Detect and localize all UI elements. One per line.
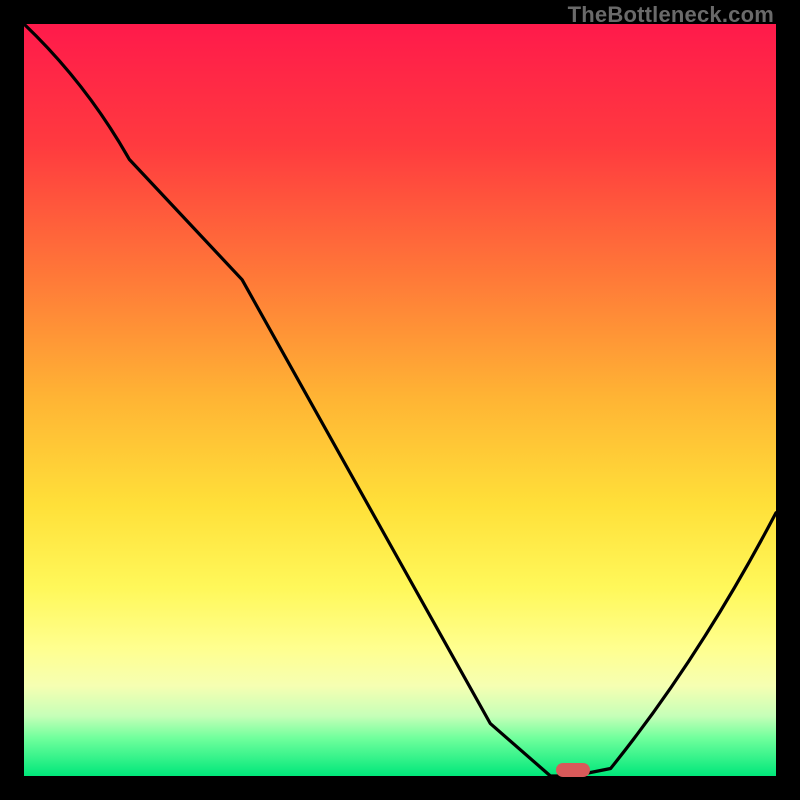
chart-frame: TheBottleneck.com [0, 0, 800, 800]
watermark-text: TheBottleneck.com [568, 2, 774, 28]
optimal-marker [556, 763, 590, 777]
curve-path [24, 24, 776, 776]
bottleneck-curve [24, 24, 776, 776]
plot-area [24, 24, 776, 776]
